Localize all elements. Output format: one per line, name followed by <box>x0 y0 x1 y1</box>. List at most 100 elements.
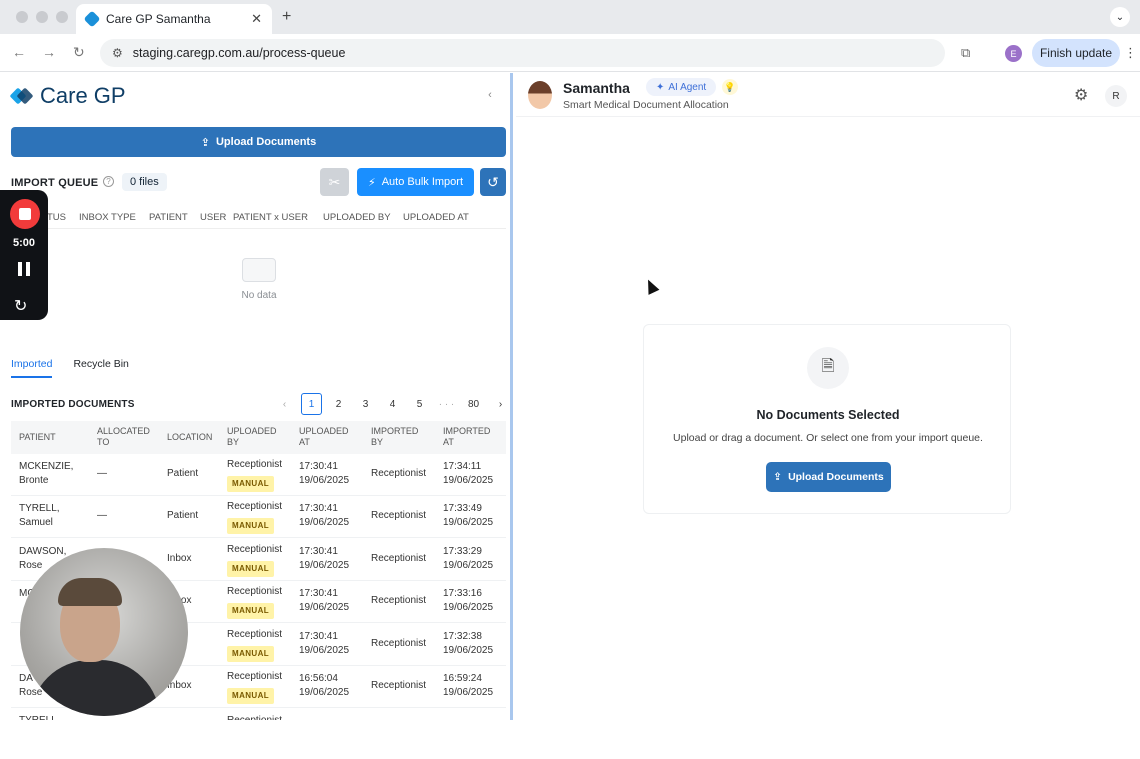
split-document-button[interactable]: ✂ <box>320 168 349 196</box>
column-uploaded-by[interactable]: UPLOADED BY <box>227 426 282 448</box>
table-row[interactable]: MCKENZIE, Bronte — Patient Receptionist 17:30… <box>11 454 506 496</box>
imported-time: 17:33:29 <box>443 546 482 557</box>
ai-agent-badge: ✦ AI Agent <box>646 78 717 96</box>
user-avatar[interactable]: R <box>1105 85 1127 107</box>
uploaded-by: Receptionist <box>227 586 283 597</box>
uploaded-date: 19/06/2025 <box>299 687 350 698</box>
care-gp-logo[interactable]: Care GP <box>9 83 126 109</box>
profile-avatar[interactable]: E <box>1005 45 1022 62</box>
close-window-button[interactable] <box>16 11 28 23</box>
uploaded-date: 19/06/2025 <box>299 645 350 656</box>
browser-tabbar: Care GP Samantha ✕ + ⌄ <box>0 0 1140 34</box>
reload-icon[interactable]: ↻ <box>73 44 85 61</box>
help-icon[interactable]: ? <box>103 176 114 187</box>
allocated-to: — <box>97 510 107 521</box>
column-imported-by[interactable]: IMPORTED BY <box>371 426 426 448</box>
manual-tag: MANUAL <box>227 518 275 534</box>
manual-tag: MANUAL <box>227 561 275 577</box>
stop-icon <box>19 208 31 220</box>
imported-time: 17:33:49 <box>443 503 482 514</box>
page-4[interactable]: 4 <box>382 393 403 415</box>
refresh-icon: ↺ <box>487 173 499 190</box>
empty-inbox-icon <box>242 258 276 282</box>
window-controls[interactable] <box>16 11 68 23</box>
uploaded-by: Receptionist <box>227 714 282 720</box>
upload-documents-button[interactable]: ⇪ Upload Documents <box>766 462 891 492</box>
imported-date: 19/06/2025 <box>443 560 494 571</box>
uploaded-time: 17:30:41 <box>299 503 338 514</box>
imported-table-header: PATIENT ALLOCATED TO LOCATION UPLOADED B… <box>11 421 506 454</box>
webcam-bubble[interactable] <box>20 548 188 716</box>
column-user[interactable]: USER <box>200 212 226 223</box>
column-uploaded-at[interactable]: UPLOADED AT <box>299 426 354 448</box>
browser-menu-icon[interactable]: ⋮ <box>1124 45 1137 61</box>
page-2[interactable]: 2 <box>328 393 349 415</box>
site-settings-icon[interactable]: ⚙ <box>112 46 123 60</box>
assistant-subtitle: Smart Medical Document Allocation <box>563 99 729 111</box>
stop-recording-button[interactable] <box>10 199 40 229</box>
imported-date: 19/06/2025 <box>443 645 494 656</box>
browser-tab[interactable]: Care GP Samantha ✕ <box>76 4 272 34</box>
uploaded-date: 19/06/2025 <box>299 517 350 528</box>
pagination: ‹ 1 2 3 4 5 · · · 80 › <box>274 393 510 415</box>
minimize-window-button[interactable] <box>36 11 48 23</box>
column-allocated-to[interactable]: ALLOCATED TO <box>97 426 157 448</box>
column-uploaded-by[interactable]: UPLOADED BY <box>323 212 391 223</box>
upload-icon: ⇪ <box>200 136 210 149</box>
upload-documents-button[interactable]: ⇪ Upload Documents <box>11 127 506 157</box>
presenter-hair <box>58 578 122 606</box>
finish-update-button[interactable]: Finish update <box>1032 39 1120 67</box>
logo-text: Care GP <box>40 83 126 108</box>
uploaded-date: 19/06/2025 <box>299 602 350 613</box>
zoom-window-button[interactable] <box>56 11 68 23</box>
new-tab-icon[interactable]: + <box>282 8 291 26</box>
upload-icon: ⇪ <box>773 471 783 483</box>
column-inbox-type[interactable]: INBOX TYPE <box>79 212 136 223</box>
page-5[interactable]: 5 <box>409 393 430 415</box>
imported-by: Receptionist <box>371 680 427 691</box>
column-uploaded-at[interactable]: UPLOADED AT <box>403 212 469 223</box>
auto-bulk-import-button[interactable]: ⚡ Auto Bulk Import <box>357 168 474 196</box>
allocated-to: — <box>97 468 107 479</box>
collapse-panel-icon[interactable]: ‹ <box>480 85 500 105</box>
imported-time: 17:34:11 <box>443 461 482 472</box>
extensions-icon[interactable]: ⧉ <box>961 45 970 61</box>
column-status[interactable]: TUS <box>47 212 66 223</box>
imported-time: 17:33:16 <box>443 588 482 599</box>
assistant-panel: Samantha Smart Medical Document Allocati… <box>516 73 1140 720</box>
assistant-name: Samantha <box>563 80 630 96</box>
restart-recording-icon[interactable]: ↻ <box>14 296 27 316</box>
refresh-queue-button[interactable]: ↺ <box>480 168 506 196</box>
close-tab-icon[interactable]: ✕ <box>251 11 262 27</box>
settings-gear-icon[interactable]: ⚙ <box>1074 85 1088 105</box>
page-3[interactable]: 3 <box>355 393 376 415</box>
table-row[interactable]: TYRELL, Samuel — Patient Receptionist 17:30:4… <box>11 496 506 538</box>
page-1[interactable]: 1 <box>301 393 322 415</box>
uploaded-time: 17:30:41 <box>299 461 338 472</box>
column-patient[interactable]: PATIENT <box>19 432 56 443</box>
back-icon[interactable]: ← <box>12 44 26 60</box>
address-bar[interactable]: ⚙ staging.caregp.com.au/process-queue ⌕ … <box>100 39 1140 759</box>
pause-recording-icon[interactable] <box>18 262 30 276</box>
document-tabs: Imported Recycle Bin <box>11 358 129 378</box>
forward-icon[interactable]: → <box>42 44 56 60</box>
location: Inbox <box>167 553 192 564</box>
tab-search-chevron-icon[interactable]: ⌄ <box>1110 7 1130 27</box>
imported-time: 16:59:24 <box>443 673 482 684</box>
lightbulb-icon[interactable]: 💡 <box>722 79 738 95</box>
tab-recycle-bin[interactable]: Recycle Bin <box>73 358 128 378</box>
tab-imported[interactable]: Imported <box>11 358 53 378</box>
column-patient-x-user[interactable]: PATIENT x USER <box>233 212 308 223</box>
page-ellipsis[interactable]: · · · <box>436 393 457 415</box>
prev-page-icon[interactable]: ‹ <box>274 393 295 415</box>
column-imported-at[interactable]: IMPORTED AT <box>443 426 498 448</box>
next-page-icon[interactable]: › <box>490 393 510 415</box>
page-80[interactable]: 80 <box>463 393 484 415</box>
uploaded-time: 17:30:41 <box>299 588 338 599</box>
sparkle-icon: ✦ <box>656 81 665 93</box>
document-search-icon: 🗎 <box>807 347 849 389</box>
no-documents-card: 🗎 No Documents Selected Upload or drag a… <box>643 324 1011 514</box>
column-location[interactable]: LOCATION <box>167 432 212 443</box>
column-patient[interactable]: PATIENT <box>149 212 188 223</box>
imported-date: 19/06/2025 <box>443 475 494 486</box>
